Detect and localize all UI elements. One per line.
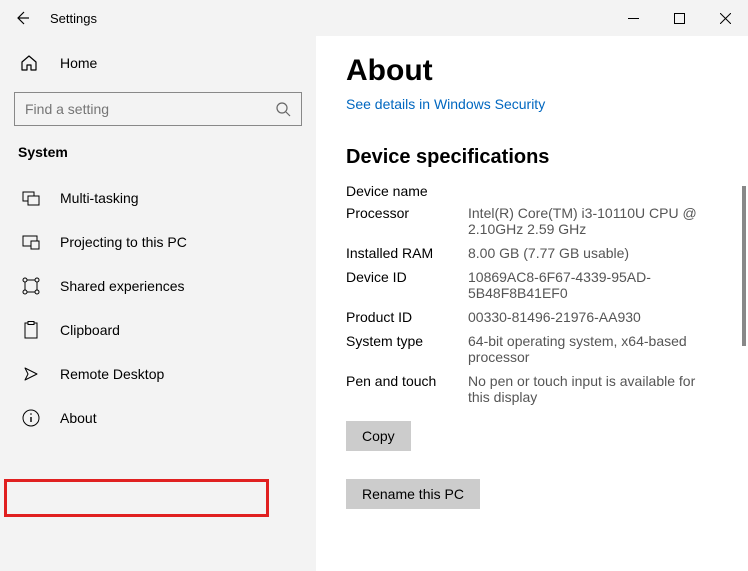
spec-device-id-value: 10869AC8-6F67-4339-95AD-5B48F8B41EF0 bbox=[468, 269, 716, 301]
security-link[interactable]: See details in Windows Security bbox=[346, 96, 545, 112]
maximize-icon bbox=[674, 13, 685, 24]
sidebar-item-shared-experiences[interactable]: Shared experiences bbox=[0, 264, 316, 308]
projecting-icon bbox=[20, 233, 42, 251]
device-spec-heading: Device specifications bbox=[346, 146, 726, 169]
minimize-icon bbox=[628, 13, 639, 24]
spec-processor-label: Processor bbox=[346, 205, 462, 237]
sidebar-nav: Multi-tasking Projecting to this PC Shar… bbox=[0, 176, 316, 440]
rename-pc-button[interactable]: Rename this PC bbox=[346, 479, 480, 509]
sidebar-item-label: Multi-tasking bbox=[60, 190, 139, 206]
sidebar-section-title: System bbox=[0, 140, 316, 170]
search-icon bbox=[275, 101, 291, 117]
sidebar-item-clipboard[interactable]: Clipboard bbox=[0, 308, 316, 352]
copy-button[interactable]: Copy bbox=[346, 421, 411, 451]
page-title: About bbox=[346, 54, 726, 88]
spec-device-name-label: Device name bbox=[346, 183, 726, 199]
titlebar: Settings bbox=[0, 0, 748, 36]
sidebar-item-about[interactable]: About bbox=[0, 396, 316, 440]
sidebar-item-remote-desktop[interactable]: Remote Desktop bbox=[0, 352, 316, 396]
maximize-button[interactable] bbox=[656, 0, 702, 36]
spec-device-id-label: Device ID bbox=[346, 269, 462, 301]
window-controls bbox=[610, 0, 748, 36]
sidebar-item-label: About bbox=[60, 410, 97, 426]
spec-ram-value: 8.00 GB (7.77 GB usable) bbox=[468, 245, 716, 261]
sidebar-item-label: Remote Desktop bbox=[60, 366, 164, 382]
spec-product-id-label: Product ID bbox=[346, 309, 462, 325]
spec-ram-label: Installed RAM bbox=[346, 245, 462, 261]
scrollbar[interactable] bbox=[742, 186, 746, 346]
remote-desktop-icon bbox=[20, 365, 42, 383]
sidebar-home[interactable]: Home bbox=[0, 44, 316, 82]
about-icon bbox=[20, 409, 42, 427]
spec-product-id-value: 00330-81496-21976-AA930 bbox=[468, 309, 716, 325]
home-icon bbox=[20, 54, 42, 72]
search-input[interactable] bbox=[25, 101, 275, 117]
spec-pen-touch-label: Pen and touch bbox=[346, 373, 462, 405]
spec-system-type-label: System type bbox=[346, 333, 462, 365]
sidebar-item-projecting[interactable]: Projecting to this PC bbox=[0, 220, 316, 264]
sidebar-item-label: Shared experiences bbox=[60, 278, 185, 294]
close-button[interactable] bbox=[702, 0, 748, 36]
spec-system-type-value: 64-bit operating system, x64-based proce… bbox=[468, 333, 716, 365]
back-button[interactable] bbox=[0, 0, 44, 36]
multitasking-icon bbox=[20, 189, 42, 207]
sidebar: Home System Multi-tasking Pr bbox=[0, 36, 316, 571]
spec-table: Processor Intel(R) Core(TM) i3-10110U CP… bbox=[346, 205, 726, 405]
spec-processor-value: Intel(R) Core(TM) i3-10110U CPU @ 2.10GH… bbox=[468, 205, 716, 237]
shared-experiences-icon bbox=[20, 277, 42, 295]
back-arrow-icon bbox=[14, 10, 30, 26]
search-box[interactable] bbox=[14, 92, 302, 126]
close-icon bbox=[720, 13, 731, 24]
clipboard-icon bbox=[20, 321, 42, 339]
window-title: Settings bbox=[50, 11, 97, 26]
highlight-annotation bbox=[4, 479, 269, 517]
sidebar-home-label: Home bbox=[60, 55, 97, 71]
spec-pen-touch-value: No pen or touch input is available for t… bbox=[468, 373, 716, 405]
minimize-button[interactable] bbox=[610, 0, 656, 36]
content-pane: About See details in Windows Security De… bbox=[316, 36, 748, 571]
sidebar-item-label: Projecting to this PC bbox=[60, 234, 187, 250]
sidebar-item-multitasking[interactable]: Multi-tasking bbox=[0, 176, 316, 220]
sidebar-item-label: Clipboard bbox=[60, 322, 120, 338]
